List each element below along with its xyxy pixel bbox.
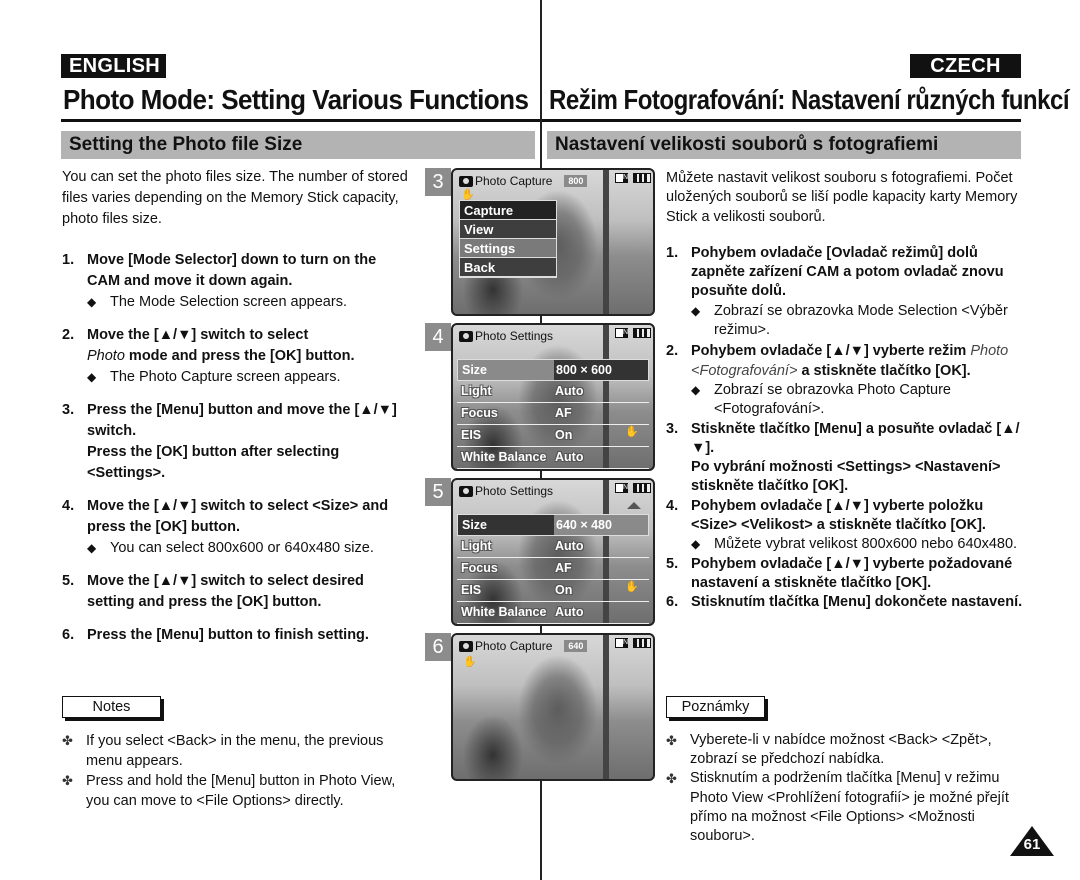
stabilizer-hand-icon: ✋ bbox=[463, 656, 477, 668]
step-3: 3. Stiskněte tlačítko [Menu] a posuňte ov… bbox=[666, 420, 1020, 495]
screenshot-number: 6 bbox=[425, 633, 451, 661]
step-6: 6. Press the [Menu] button to finish sett… bbox=[62, 627, 369, 643]
battery-icon bbox=[633, 173, 651, 183]
diamond-icon: ◆ bbox=[691, 303, 701, 318]
battery-icon bbox=[633, 638, 651, 648]
note-item: ✤ If you select <Back> in the menu, the p… bbox=[62, 733, 384, 769]
battery-icon bbox=[633, 483, 651, 493]
menu-item-view[interactable]: View bbox=[460, 220, 556, 239]
memory-card-icon bbox=[615, 638, 628, 648]
camera-screen-photo-settings-640: Photo Settings Size640 × 480 LightAuto F… bbox=[451, 478, 655, 626]
setting-row-eis[interactable]: EIS On bbox=[457, 425, 649, 447]
stabilizer-hand-icon: ✋ bbox=[625, 426, 639, 438]
resolution-badge: 640 bbox=[564, 640, 588, 652]
czech-instructions: Můžete nastavit velikost souboru s fotog… bbox=[666, 169, 1026, 613]
clover-bullet-icon: ✤ bbox=[666, 733, 677, 748]
camera-screen-photo-capture-640: Photo Capture 640 ✋ bbox=[451, 633, 655, 781]
intro-text: You can set the photo files size. The nu… bbox=[62, 169, 408, 227]
memory-card-icon bbox=[615, 483, 628, 493]
camera-icon bbox=[459, 330, 473, 342]
diamond-icon: ◆ bbox=[691, 382, 701, 397]
step-2: 2. Move the [▲/▼] switch to select Photo m… bbox=[62, 327, 355, 364]
camera-icon bbox=[459, 640, 473, 652]
notes-list-english: ✤ If you select <Back> in the menu, the p… bbox=[62, 731, 422, 811]
mode-menu: Capture View Settings Back bbox=[459, 200, 557, 278]
menu-item-back[interactable]: Back bbox=[460, 258, 556, 277]
resolution-badge: 800 bbox=[564, 175, 588, 187]
setting-row-light[interactable]: Light Auto bbox=[457, 381, 649, 403]
page-title-english: Photo Mode: Setting Various Functions bbox=[63, 84, 529, 115]
intro-text: Můžete nastavit velikost souboru s fotog… bbox=[666, 170, 1018, 225]
battery-icon bbox=[633, 328, 651, 338]
memory-card-icon bbox=[615, 173, 628, 183]
title-rule bbox=[542, 119, 1021, 122]
clover-bullet-icon: ✤ bbox=[62, 733, 73, 748]
screenshot-number: 3 bbox=[425, 168, 451, 196]
step-2-bullet: ◆ Zobrazí se obrazovka Photo Capture <Fot… bbox=[666, 381, 1026, 420]
section-heading-english: Setting the Photo file Size bbox=[61, 131, 535, 159]
step-4: 4. Move the [▲/▼] switch to select <Size>… bbox=[62, 498, 389, 535]
step-2: 2. Pohybem ovladače [▲/▼] vyberte režim P… bbox=[666, 343, 1009, 379]
clover-bullet-icon: ✤ bbox=[666, 771, 677, 787]
step-6: 6. Stisknutím tlačítka [Menu] dokončete n… bbox=[666, 594, 1023, 611]
step-1-bullet: ◆ The Mode Selection screen appears. bbox=[62, 292, 412, 313]
menu-item-capture[interactable]: Capture bbox=[460, 201, 556, 220]
note-item: ✤ Press and hold the [Menu] button in Pho… bbox=[62, 773, 396, 809]
title-rule bbox=[61, 119, 540, 122]
screenshot-number: 5 bbox=[425, 478, 451, 506]
diamond-icon: ◆ bbox=[87, 541, 97, 555]
notes-label-english: Notes bbox=[62, 696, 161, 718]
note-item: ✤ Stisknutím a podržením tlačítka [Menu] … bbox=[666, 769, 1026, 846]
diamond-icon: ◆ bbox=[87, 295, 97, 309]
diamond-icon: ◆ bbox=[87, 370, 97, 384]
english-instructions: You can set the photo files size. The nu… bbox=[62, 167, 412, 646]
setting-row-focus[interactable]: Focus AF bbox=[457, 403, 649, 425]
menu-item-settings[interactable]: Settings bbox=[460, 239, 556, 258]
scroll-up-arrow-icon[interactable] bbox=[627, 502, 641, 509]
setting-row-eis[interactable]: EIS On bbox=[457, 580, 649, 602]
stabilizer-hand-icon: ✋ bbox=[625, 581, 639, 593]
step-1: 1. Pohybem ovladače [Ovladač režimů] dolů… bbox=[666, 244, 1004, 300]
step-5: 5. Pohybem ovladače [▲/▼] vyberte požadov… bbox=[666, 555, 1013, 591]
step-4-bullet: ◆ Můžete vybrat velikost 800x600 nebo 640… bbox=[666, 535, 1026, 554]
page-number: 61 bbox=[1023, 836, 1041, 853]
step-5: 5. Move the [▲/▼] switch to select desire… bbox=[62, 573, 364, 610]
screenshot-number: 4 bbox=[425, 323, 451, 351]
memory-card-icon bbox=[615, 328, 628, 338]
step-1: 1. Move [Mode Selector] down to turn on t… bbox=[62, 252, 377, 289]
camera-icon bbox=[459, 175, 473, 187]
settings-list: Size 800 × 600 Light Auto Focus AF EIS On Wh… bbox=[457, 359, 649, 469]
step-4: 4. Pohybem ovladače [▲/▼] vyberte položku… bbox=[666, 497, 986, 534]
setting-row-white-balance[interactable]: White Balance Auto bbox=[457, 447, 649, 469]
camera-screen-photo-capture-menu: Photo Capture 800 ✋ Capture View Setting… bbox=[451, 168, 655, 316]
language-badge-czech: CZECH bbox=[910, 54, 1021, 78]
language-badge-english: ENGLISH bbox=[61, 54, 166, 78]
step-1-bullet: ◆ Zobrazí se obrazovka Mode Selection <Vý… bbox=[666, 302, 1026, 341]
notes-list-czech: ✤ Vyberete-li v nabídce možnost <Back> <Z… bbox=[666, 731, 1026, 846]
settings-list: Size 640 × 480 Light Auto Focus AF EIS On Wh… bbox=[457, 514, 649, 624]
notes-label-czech: Poznámky bbox=[666, 696, 765, 718]
camera-screen-photo-settings-800: Photo Settings Size800 × 600 LightAuto F… bbox=[451, 323, 655, 471]
setting-row-white-balance[interactable]: White Balance Auto bbox=[457, 602, 649, 624]
setting-row-light[interactable]: Light Auto bbox=[457, 536, 649, 558]
diamond-icon: ◆ bbox=[691, 537, 701, 552]
step-3: 3. Press the [Menu] button and move the [… bbox=[62, 402, 397, 481]
note-item: ✤ Vyberete-li v nabídce možnost <Back> <Z… bbox=[666, 731, 1026, 769]
setting-row-size[interactable]: Size 800 × 600 bbox=[457, 359, 649, 381]
clover-bullet-icon: ✤ bbox=[62, 773, 73, 788]
setting-row-focus[interactable]: Focus AF bbox=[457, 558, 649, 580]
page-title-czech: Režim Fotografování: Nastavení různých f… bbox=[549, 84, 1070, 115]
step-4-bullet: ◆ You can select 800x600 or 640x480 size. bbox=[62, 538, 412, 559]
step-2-bullet: ◆ The Photo Capture screen appears. bbox=[62, 367, 412, 388]
section-heading-czech: Nastavení velikosti souborů s fotografie… bbox=[547, 131, 1021, 159]
setting-row-size[interactable]: Size 640 × 480 bbox=[457, 514, 649, 536]
camera-icon bbox=[459, 485, 473, 497]
